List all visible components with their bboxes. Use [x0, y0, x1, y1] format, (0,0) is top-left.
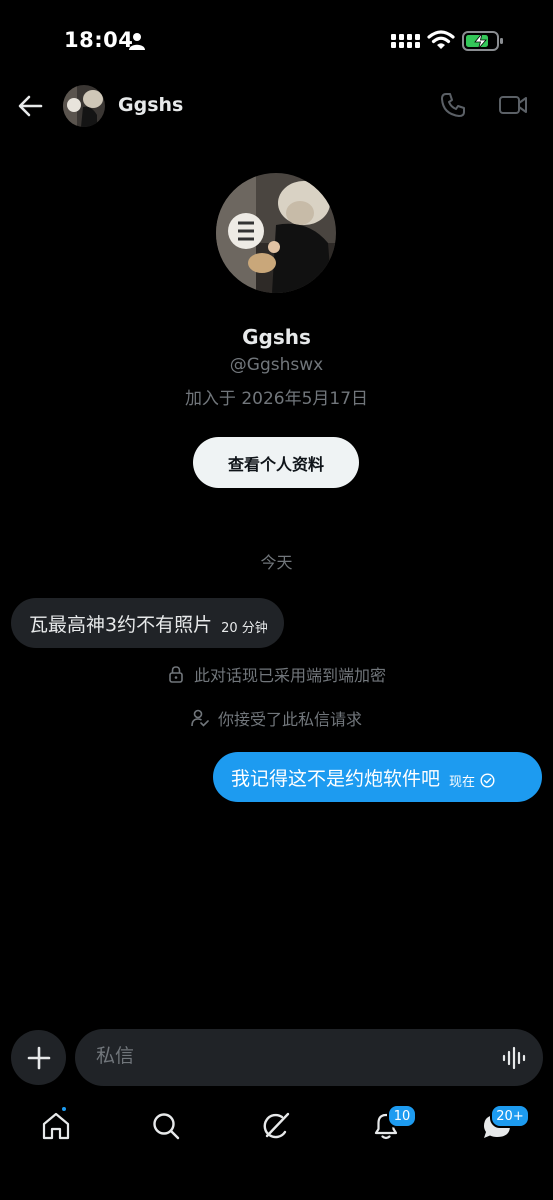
tab-notifications[interactable]: 10	[370, 1104, 417, 1142]
voice-message-icon[interactable]	[502, 1045, 528, 1071]
message-time: 现在	[449, 774, 476, 790]
lock-icon	[169, 666, 183, 683]
avatar-photo	[63, 85, 105, 127]
home-unread-dot	[60, 1105, 68, 1113]
grok-icon	[263, 1112, 290, 1139]
wifi-icon	[427, 30, 455, 49]
request-accepted-notice: 你接受了此私信请求	[0, 707, 553, 729]
battery-charging-icon	[462, 31, 503, 51]
view-profile-button[interactable]: 查看个人资料	[193, 437, 359, 488]
message-text: 我记得这不是约炮软件吧	[231, 767, 441, 790]
encryption-notice-text: 此对话现已采用端到端加密	[193, 666, 386, 685]
outgoing-message-bubble[interactable]: 我记得这不是约炮软件吧 现在	[213, 752, 542, 802]
tab-home[interactable]	[40, 1105, 72, 1142]
status-time: 18:04	[64, 28, 134, 52]
message-input[interactable]	[96, 1045, 476, 1067]
phone-call-icon[interactable]	[440, 92, 466, 118]
message-meta: 现在	[449, 771, 495, 790]
add-attachment-button[interactable]	[11, 1030, 66, 1085]
status-bar: 18:04	[0, 0, 553, 82]
sent-check-icon	[480, 772, 495, 788]
messages-badge: 20+	[490, 1104, 530, 1128]
header-avatar[interactable]	[63, 85, 105, 127]
conversation-header: Ggshs	[0, 82, 553, 130]
message-time: 20 分钟	[221, 620, 268, 636]
profile-joined-date: 加入于 2026年5月17日	[184, 389, 369, 409]
person-check-icon	[191, 709, 209, 727]
encryption-notice: 此对话现已采用端到端加密	[0, 663, 553, 685]
request-accepted-text: 你接受了此私信请求	[217, 710, 362, 729]
notifications-badge: 10	[387, 1104, 417, 1128]
avatar-photo	[216, 173, 336, 293]
bottom-tab-bar: 10 20+	[0, 1100, 553, 1160]
header-name[interactable]: Ggshs	[118, 94, 183, 116]
message-text: 瓦最高神3约不有照片	[29, 613, 213, 636]
tab-search[interactable]	[150, 1110, 182, 1142]
day-separator: 今天	[260, 553, 293, 572]
cellular-signal-icon	[391, 34, 420, 48]
profile-avatar[interactable]	[216, 173, 336, 293]
search-icon	[153, 1113, 180, 1140]
tab-grok[interactable]	[260, 1110, 292, 1142]
plus-icon	[27, 1046, 50, 1069]
person-icon	[129, 33, 145, 50]
message-composer[interactable]	[75, 1029, 543, 1086]
tab-messages[interactable]: 20+	[481, 1104, 530, 1142]
incoming-message-bubble[interactable]: 瓦最高神3约不有照片 20 分钟	[11, 598, 284, 648]
profile-handle: @Ggshswx	[229, 355, 324, 375]
back-arrow-icon[interactable]	[16, 92, 44, 120]
profile-name: Ggshs	[242, 325, 311, 349]
home-icon	[42, 1112, 70, 1140]
video-call-icon[interactable]	[498, 92, 528, 118]
